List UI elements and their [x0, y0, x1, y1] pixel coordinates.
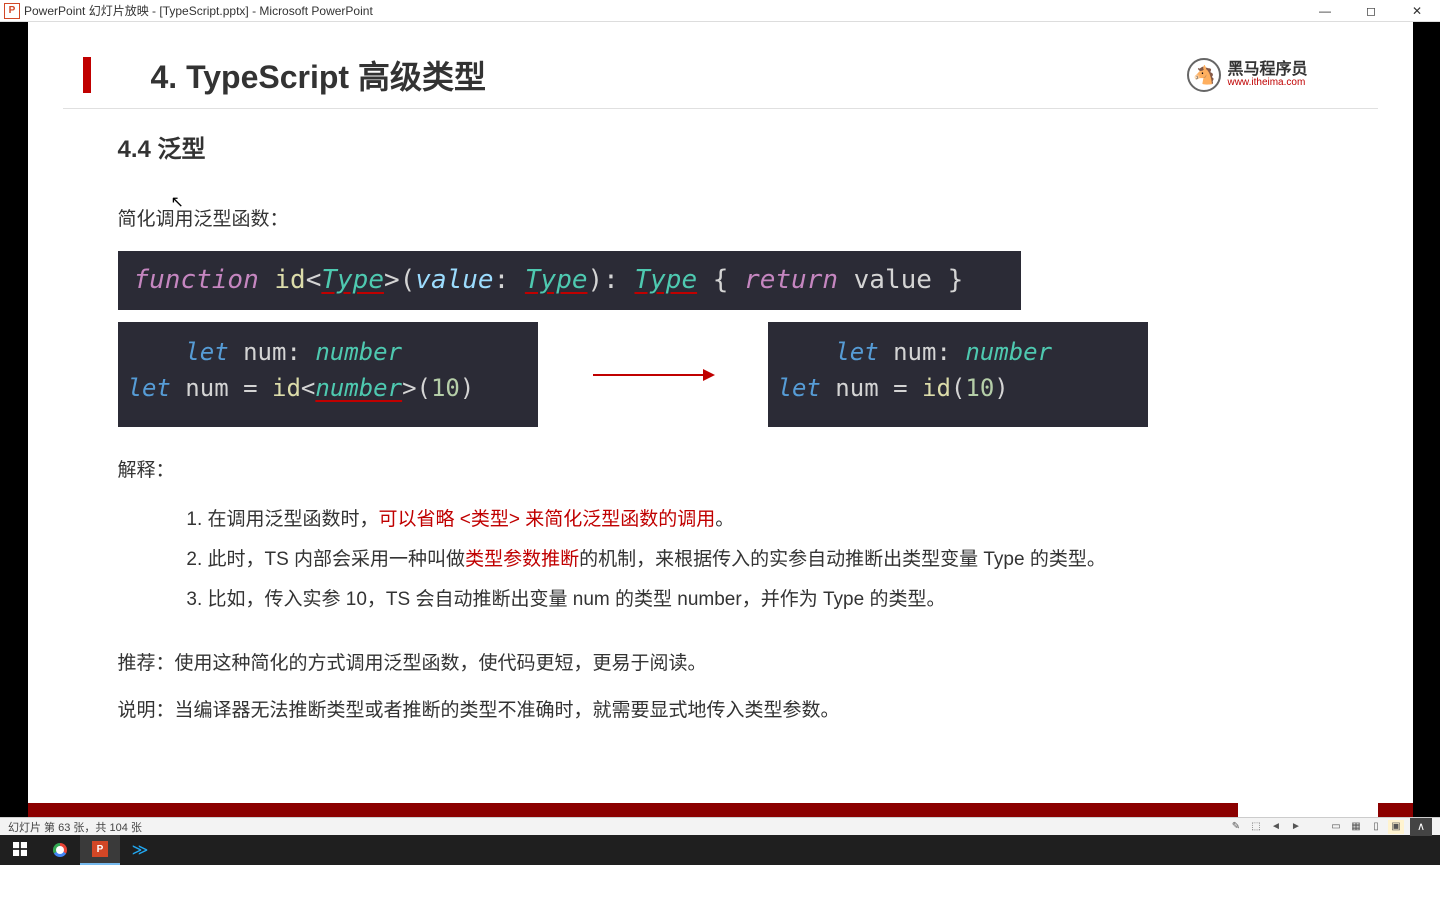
code-block-explicit: let num: number let num = id<number>(10) [118, 322, 538, 427]
slide-subheading: 4.4 泛型 [118, 129, 1323, 164]
slide-footer-bar [28, 803, 1413, 817]
brand-name: 黑马程序员 [1227, 62, 1307, 78]
close-button[interactable]: ✕ [1394, 0, 1440, 22]
slide-title: 4. TypeScript 高级类型 [151, 52, 1188, 98]
slide-footer-tab [1238, 803, 1378, 817]
start-button[interactable] [0, 835, 40, 865]
status-bar: 幻灯片 第 63 张，共 104 张 ✎ ⬚ ◄ ► ▭ ▦ ▯ ▣ ∧ [0, 817, 1440, 835]
powerpoint-icon: P [92, 841, 108, 857]
explain-label: 解释： [118, 455, 1323, 482]
intro-text: 简化调用泛型函数： [118, 204, 1323, 231]
windows-taskbar: P ≫ [0, 835, 1440, 865]
slideshow-viewport[interactable]: 4. TypeScript 高级类型 🐴 黑马程序员 www.itheima.c… [0, 22, 1440, 817]
powerpoint-icon: P [4, 3, 20, 19]
slide: 4. TypeScript 高级类型 🐴 黑马程序员 www.itheima.c… [28, 22, 1413, 817]
taskbar-powerpoint[interactable]: P [80, 835, 120, 865]
chrome-icon [53, 843, 67, 857]
slide-counter: 幻灯片 第 63 张，共 104 张 [8, 819, 1226, 835]
sorter-view-icon[interactable]: ▦ [1348, 820, 1364, 834]
list-item: 比如，传入实参 10，TS 会自动推断出变量 num 的类型 number，并作… [208, 580, 1323, 620]
normal-view-icon[interactable]: ▭ [1328, 820, 1344, 834]
slide-body: 4.4 泛型 ↖ 简化调用泛型函数： function id<Type>(val… [28, 109, 1413, 722]
code-block-function: function id<Type>(value: Type): Type { r… [118, 251, 1021, 310]
vscode-icon: ≫ [132, 840, 149, 860]
horse-icon: 🐴 [1187, 58, 1221, 92]
taskbar-chrome[interactable] [40, 835, 80, 865]
list-item: 在调用泛型函数时，可以省略 <类型> 来简化泛型函数的调用。 [208, 500, 1323, 540]
explain-list: 在调用泛型函数时，可以省略 <类型> 来简化泛型函数的调用。 此时，TS 内部会… [118, 500, 1323, 620]
window-titlebar: P PowerPoint 幻灯片放映 - [TypeScript.pptx] -… [0, 0, 1440, 22]
expand-icon[interactable]: ∧ [1410, 818, 1432, 836]
brand-url: www.itheima.com [1227, 78, 1307, 88]
slideshow-view-icon[interactable]: ▣ [1388, 820, 1404, 834]
prev-slide-icon[interactable]: ◄ [1268, 820, 1284, 834]
recommend-text: 推荐：使用这种简化的方式调用泛型函数，使代码更短，更易于阅读。 [118, 648, 1323, 675]
window-title: PowerPoint 幻灯片放映 - [TypeScript.pptx] - M… [24, 2, 1302, 19]
pen-tool-icon[interactable]: ✎ [1228, 820, 1244, 834]
title-accent-bar [83, 57, 91, 93]
minimize-button[interactable]: — [1302, 0, 1348, 22]
code-block-inferred: let num: number let num = id(10) [768, 322, 1148, 427]
brand-logo: 🐴 黑马程序员 www.itheima.com [1187, 58, 1307, 92]
slide-header: 4. TypeScript 高级类型 🐴 黑马程序员 www.itheima.c… [63, 22, 1378, 109]
code-comparison-row: let num: number let num = id<number>(10)… [118, 322, 1323, 427]
note-text: 说明：当编译器无法推断类型或者推断的类型不准确时，就需要显式地传入类型参数。 [118, 695, 1323, 722]
taskbar-vscode[interactable]: ≫ [120, 835, 160, 865]
maximize-button[interactable]: ◻ [1348, 0, 1394, 22]
reading-view-icon[interactable]: ▯ [1368, 820, 1384, 834]
list-item: 此时，TS 内部会采用一种叫做类型参数推断的机制，来根据传入的实参自动推断出类型… [208, 540, 1323, 580]
window-controls: — ◻ ✕ [1302, 0, 1440, 22]
pointer-tool-icon[interactable]: ⬚ [1248, 820, 1264, 834]
next-slide-icon[interactable]: ► [1288, 820, 1304, 834]
arrow-right-icon [578, 374, 728, 376]
